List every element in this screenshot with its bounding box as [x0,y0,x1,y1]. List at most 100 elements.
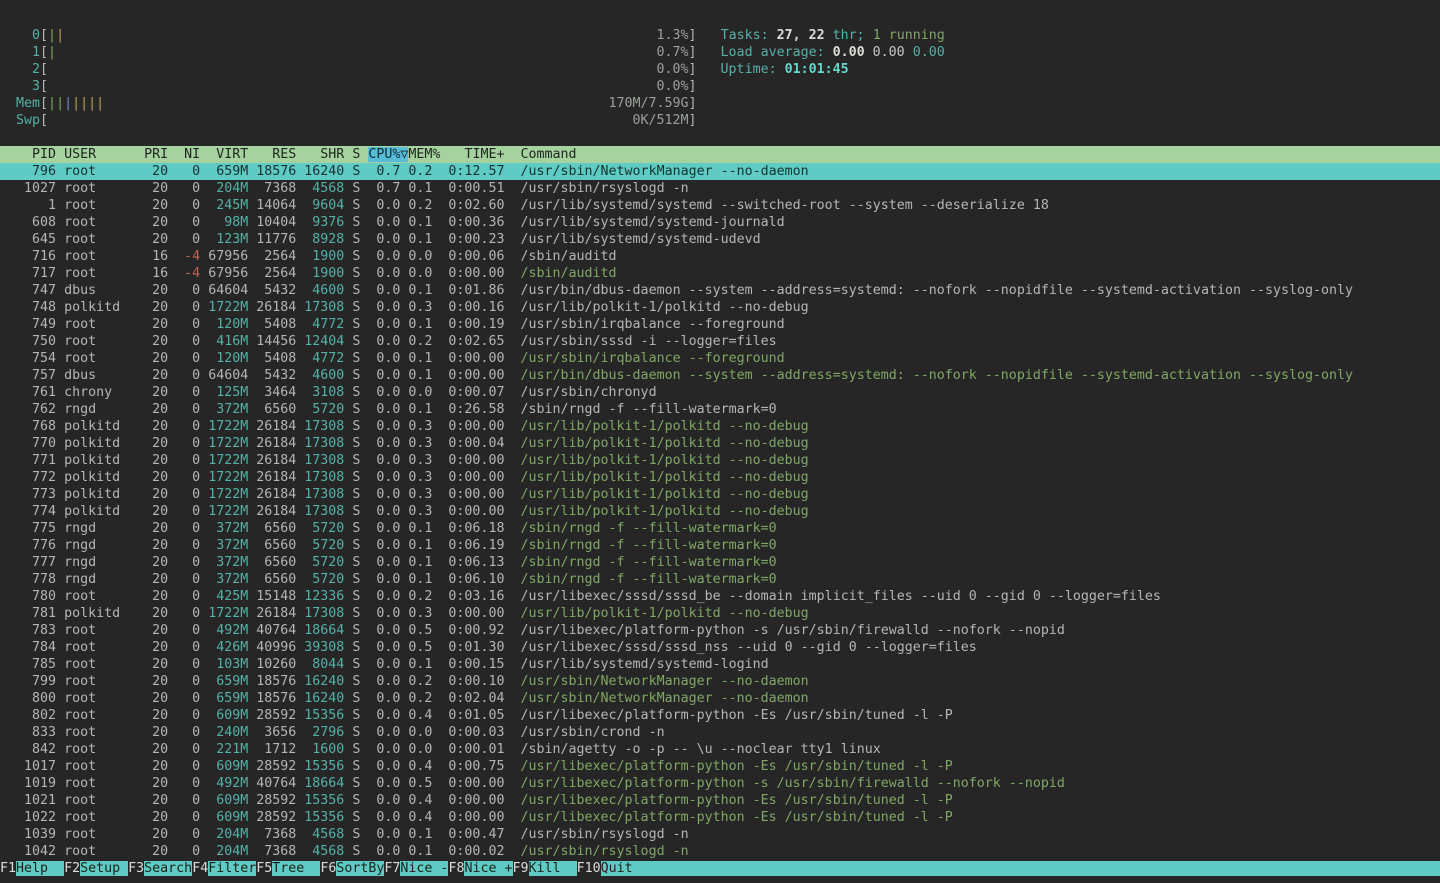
process-row[interactable]: 776 rngd 20 0 372M 6560 5720 S 0.0 0.1 0… [0,537,1440,554]
process-row[interactable]: 772 polkitd 20 0 1722M 26184 17308 S 0.0… [0,469,1440,486]
cell-state: S [344,181,360,196]
process-row[interactable]: 1021 root 20 0 609M 28592 15356 S 0.0 0.… [0,792,1440,809]
cell-ni: -4 [168,249,200,264]
process-row[interactable]: 749 root 20 0 120M 5408 4772 S 0.0 0.1 0… [0,316,1440,333]
cell-shr: 15356 [296,708,344,723]
column-header-ni[interactable]: NI [168,147,200,162]
cell-user: dbus [64,368,144,383]
cell-user: root [64,589,144,604]
process-row[interactable]: 762 rngd 20 0 372M 6560 5720 S 0.0 0.1 0… [0,401,1440,418]
cell-state: S [344,606,360,621]
process-row[interactable]: 1022 root 20 0 609M 28592 15356 S 0.0 0.… [0,809,1440,826]
process-row[interactable]: 1039 root 20 0 204M 7368 4568 S 0.0 0.1 … [0,826,1440,843]
column-header-command[interactable]: Command [504,147,576,162]
process-row[interactable]: 608 root 20 0 98M 10404 9376 S 0.0 0.1 0… [0,214,1440,231]
process-row[interactable]: 781 polkitd 20 0 1722M 26184 17308 S 0.0… [0,605,1440,622]
meter-bar-green: | [48,45,56,60]
meter-label: 1 [0,45,40,60]
process-row[interactable]: 1 root 20 0 245M 14064 9604 S 0.0 0.2 0:… [0,197,1440,214]
column-header-res[interactable]: RES [248,147,296,162]
process-row[interactable]: 833 root 20 0 240M 3656 2796 S 0.0 0.0 0… [0,724,1440,741]
cell-res: 7368 [248,827,296,842]
process-row[interactable]: 777 rngd 20 0 372M 6560 5720 S 0.0 0.1 0… [0,554,1440,571]
process-row[interactable]: 842 root 20 0 221M 1712 1600 S 0.0 0.0 0… [0,741,1440,758]
column-header-cpu-sorted[interactable]: CPU%▽ [368,147,408,162]
process-row[interactable]: 1019 root 20 0 492M 40764 18664 S 0.0 0.… [0,775,1440,792]
fkey-filter-button[interactable]: F4Filter [192,861,256,876]
process-row[interactable]: 754 root 20 0 120M 5408 4772 S 0.0 0.1 0… [0,350,1440,367]
cell-mem-percent: 0.3 [400,419,432,434]
process-row[interactable]: 778 rngd 20 0 372M 6560 5720 S 0.0 0.1 0… [0,571,1440,588]
gap [56,572,64,587]
process-row[interactable]: 775 rngd 20 0 372M 6560 5720 S 0.0 0.1 0… [0,520,1440,537]
cell-ni: 0 [168,742,200,757]
process-row[interactable]: 645 root 20 0 123M 11776 8928 S 0.0 0.1 … [0,231,1440,248]
process-row[interactable]: 774 polkitd 20 0 1722M 26184 17308 S 0.0… [0,503,1440,520]
column-header-shr[interactable]: SHR [296,147,344,162]
fkey-nice--button[interactable]: F8Nice + [448,861,512,876]
cell-res: 6560 [248,521,296,536]
cell-ni: 0 [168,844,200,859]
cell-virt: 125M [200,385,248,400]
cell-shr: 9604 [296,198,344,213]
process-row[interactable]: 780 root 20 0 425M 15148 12336 S 0.0 0.2… [0,588,1440,605]
cell-command: /usr/sbin/sssd -i --logger=files [504,334,776,349]
process-row[interactable]: 784 root 20 0 426M 40996 39308 S 0.0 0.5… [0,639,1440,656]
cell-virt: 67956 [200,266,248,281]
process-row[interactable]: 783 root 20 0 492M 40764 18664 S 0.0 0.5… [0,622,1440,639]
cell-shr: 4568 [296,844,344,859]
process-row[interactable]: 748 polkitd 20 0 1722M 26184 17308 S 0.0… [0,299,1440,316]
cell-ni: 0 [168,232,200,247]
meter-label: 2 [0,62,40,77]
process-row[interactable]: 1042 root 20 0 204M 7368 4568 S 0.0 0.1 … [0,843,1440,860]
process-row[interactable]: 773 polkitd 20 0 1722M 26184 17308 S 0.0… [0,486,1440,503]
fkey-number: F5 [256,861,272,876]
process-row[interactable]: 800 root 20 0 659M 18576 16240 S 0.0 0.2… [0,690,1440,707]
fkey-setup-button[interactable]: F2Setup [64,861,128,876]
gap [56,436,64,451]
column-header-mem[interactable]: MEM% [408,147,440,162]
fkey-tree-button[interactable]: F5Tree [256,861,320,876]
column-header-virt[interactable]: VIRT [200,147,248,162]
fkey-nice--button[interactable]: F7Nice - [384,861,448,876]
cell-pid: 1019 [0,776,56,791]
cell-cpu-percent: 0.0 [360,368,400,383]
column-header-pid[interactable]: PID [0,147,56,162]
process-row[interactable]: 785 root 20 0 103M 10260 8044 S 0.0 0.1 … [0,656,1440,673]
process-row[interactable]: 757 dbus 20 0 64604 5432 4600 S 0.0 0.1 … [0,367,1440,384]
process-row[interactable]: 750 root 20 0 416M 14456 12404 S 0.0 0.2… [0,333,1440,350]
cell-virt: 425M [200,589,248,604]
process-row[interactable]: 717 root 16 -4 67956 2564 1900 S 0.0 0.0… [0,265,1440,282]
process-row[interactable]: 716 root 16 -4 67956 2564 1900 S 0.0 0.0… [0,248,1440,265]
cell-pid: 716 [0,249,56,264]
process-row[interactable]: 1017 root 20 0 609M 28592 15356 S 0.0 0.… [0,758,1440,775]
column-header-pri[interactable]: PRI [144,147,168,162]
cell-virt: 372M [200,521,248,536]
cell-pid: 1021 [0,793,56,808]
fkey-sortby-button[interactable]: F6SortBy [320,861,384,876]
process-row[interactable]: 1027 root 20 0 204M 7368 4568 S 0.7 0.1 … [0,180,1440,197]
process-row[interactable]: 770 polkitd 20 0 1722M 26184 17308 S 0.0… [0,435,1440,452]
cell-shr: 5720 [296,538,344,553]
gap [56,300,64,315]
process-row[interactable]: 796 root 20 0 659M 18576 16240 S 0.7 0.2… [0,163,1440,180]
fkey-quit-button[interactable]: F10Quit [577,861,1440,876]
fkey-search-button[interactable]: F3Search [128,861,192,876]
cell-pri: 20 [144,385,168,400]
meter-value: 0.0% [656,79,688,94]
column-header-s[interactable]: S [344,147,360,162]
cell-cpu-percent: 0.0 [360,504,400,519]
process-row[interactable]: 771 polkitd 20 0 1722M 26184 17308 S 0.0… [0,452,1440,469]
process-row[interactable]: 802 root 20 0 609M 28592 15356 S 0.0 0.4… [0,707,1440,724]
fkey-help-button[interactable]: F1Help [0,861,64,876]
cell-time: 0:00.00 [432,419,504,434]
fkey-kill-button[interactable]: F9Kill [513,861,577,876]
process-row[interactable]: 747 dbus 20 0 64604 5432 4600 S 0.0 0.1 … [0,282,1440,299]
column-header-user[interactable]: USER [64,147,144,162]
process-row[interactable]: 799 root 20 0 659M 18576 16240 S 0.0 0.2… [0,673,1440,690]
process-row[interactable]: 761 chrony 20 0 125M 3464 3108 S 0.0 0.0… [0,384,1440,401]
column-header-time[interactable]: TIME+ [440,147,504,162]
process-row[interactable]: 768 polkitd 20 0 1722M 26184 17308 S 0.0… [0,418,1440,435]
cell-state: S [344,742,360,757]
cell-user: root [64,844,144,859]
